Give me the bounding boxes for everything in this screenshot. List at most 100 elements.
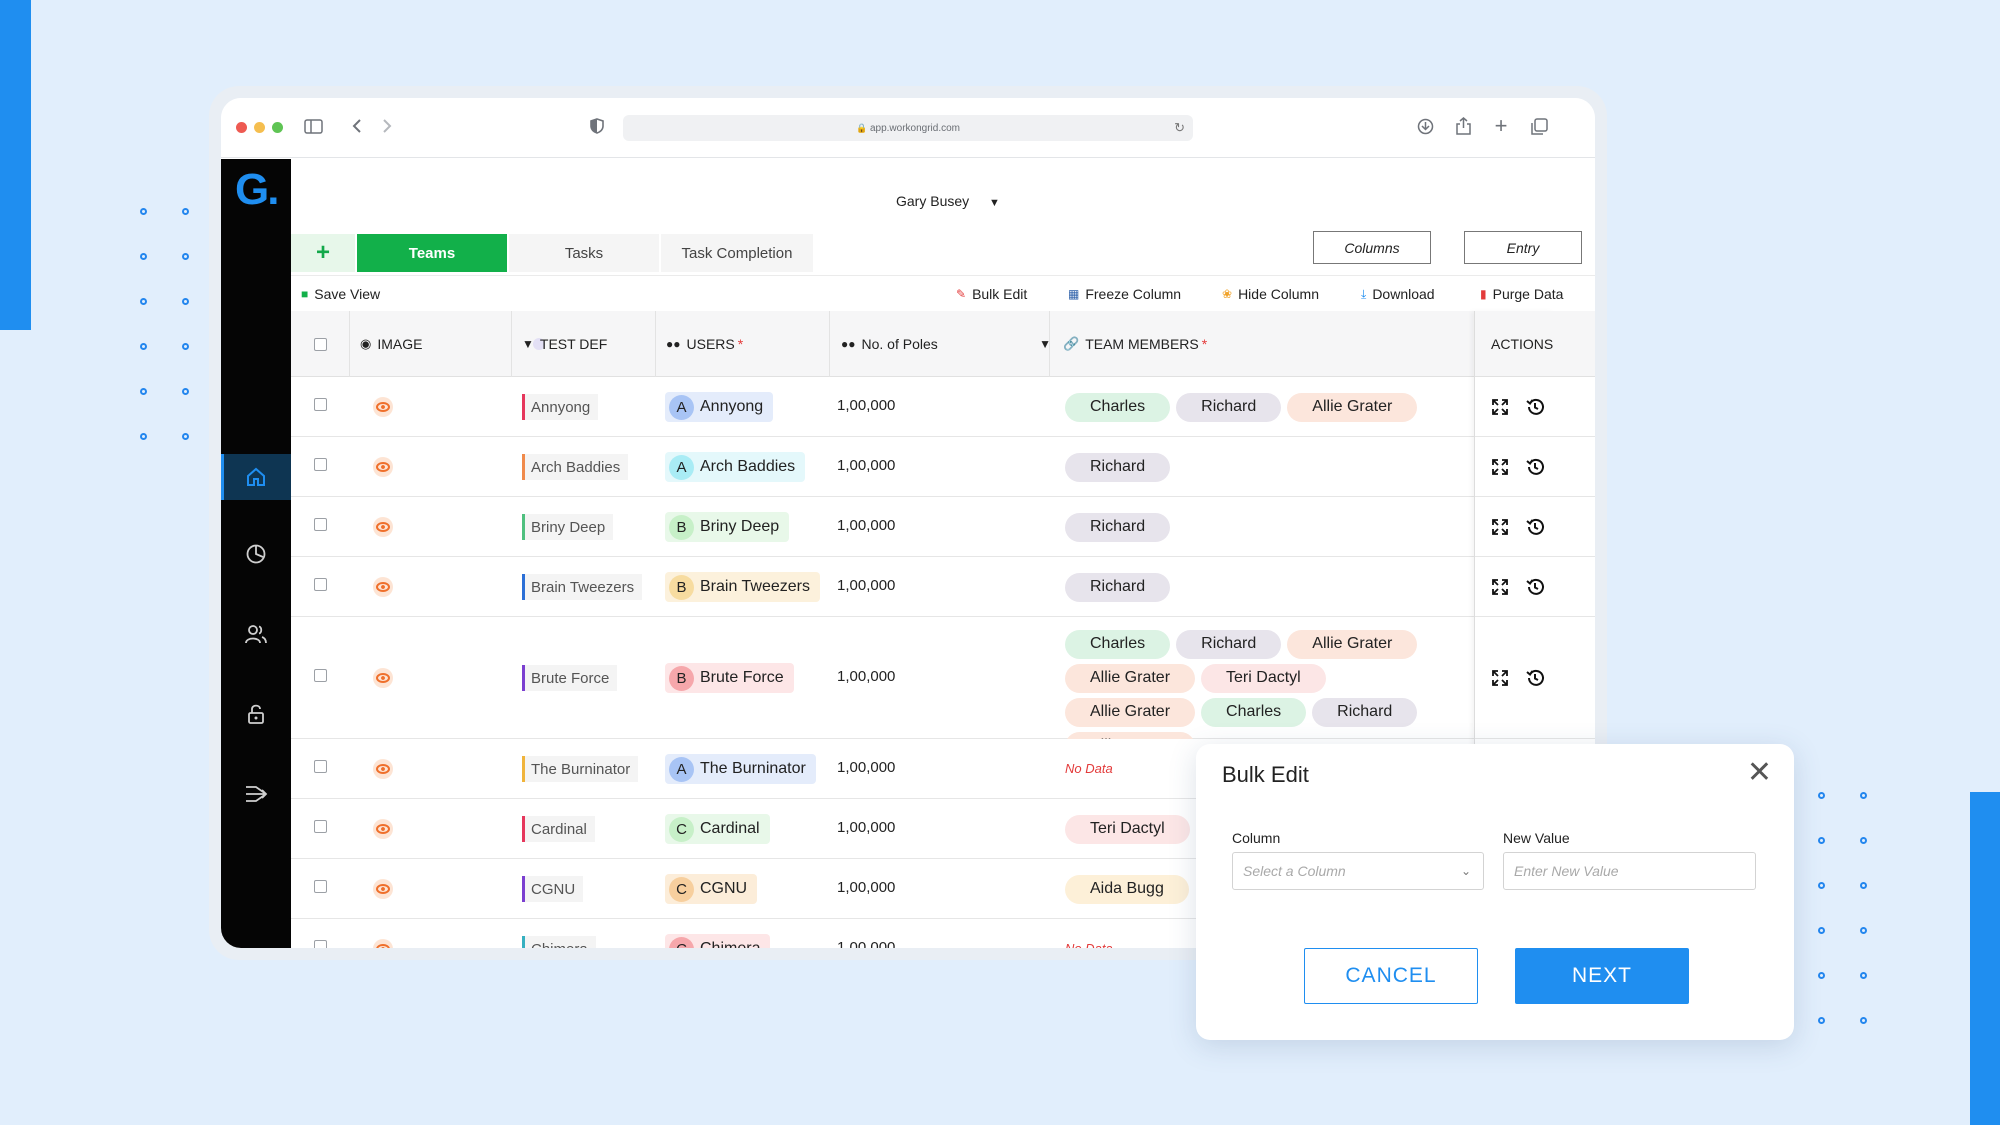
eye-icon[interactable]: [373, 577, 393, 597]
new-tab-icon[interactable]: +: [1489, 113, 1513, 138]
freeze-icon: ▦: [1068, 287, 1080, 301]
shield-icon[interactable]: [585, 114, 609, 138]
eye-icon[interactable]: [373, 939, 393, 948]
test-def-cell[interactable]: Brute Force: [522, 665, 618, 691]
test-def-cell[interactable]: Chimera: [522, 936, 596, 948]
team-members-cell[interactable]: Charles Richard Allie Grater: [1065, 392, 1425, 422]
users-cell[interactable]: C Chimera: [665, 934, 771, 948]
entry-button[interactable]: Entry: [1464, 231, 1582, 264]
select-all-checkbox[interactable]: [314, 337, 327, 351]
users-cell[interactable]: A Annyong: [665, 392, 774, 422]
row-checkbox[interactable]: [314, 518, 327, 531]
tab-tasks[interactable]: Tasks: [509, 234, 659, 272]
table-row[interactable]: Brain Tweezers B Brain Tweezers 1,00,000 Ric…: [291, 557, 1595, 617]
team-members-cell[interactable]: Richard: [1065, 512, 1425, 542]
forward-icon[interactable]: [375, 114, 399, 138]
back-icon[interactable]: [345, 114, 369, 138]
sidebar-item-access[interactable]: [221, 691, 291, 737]
minimize-window-dot[interactable]: [254, 122, 265, 133]
sidebar-item-workflows[interactable]: [221, 771, 291, 817]
download-button[interactable]: ⤓ Download: [1361, 286, 1435, 302]
test-def-cell[interactable]: Annyong: [522, 394, 599, 420]
url-bar[interactable]: 🔒 app.workongrid.com ↻: [623, 115, 1193, 141]
row-checkbox[interactable]: [314, 578, 327, 591]
table-row[interactable]: Brute Force B Brute Force 1,00,000 Charles Ri…: [291, 617, 1595, 761]
row-checkbox[interactable]: [314, 940, 327, 948]
users-cell[interactable]: B Briny Deep: [665, 512, 790, 542]
column-header-team-members[interactable]: 🔗 TEAM MEMBERS *: [1063, 311, 1207, 377]
team-members-cell[interactable]: Richard: [1065, 452, 1425, 482]
tab-task-completion[interactable]: Task Completion: [661, 234, 813, 272]
poles-value[interactable]: 1,00,000: [837, 819, 895, 836]
team-members-cell[interactable]: Richard: [1065, 572, 1425, 602]
table-row[interactable]: Briny Deep B Briny Deep 1,00,000 Richard: [291, 497, 1595, 557]
bulk-edit-button[interactable]: ✎ Bulk Edit: [956, 286, 1027, 302]
column-header-users[interactable]: ●● USERS *: [666, 311, 743, 377]
purge-data-button[interactable]: ▮ Purge Data: [1480, 286, 1563, 302]
poles-value[interactable]: 1,00,000: [837, 457, 895, 474]
sidebar-toggle-icon[interactable]: [301, 114, 325, 138]
test-def-cell[interactable]: The Burninator: [522, 756, 639, 782]
sidebar-item-reports[interactable]: [221, 531, 291, 577]
poles-value[interactable]: 1,00,000: [837, 939, 895, 948]
users-cell[interactable]: B Brain Tweezers: [665, 572, 820, 602]
eye-icon[interactable]: [373, 457, 393, 477]
reload-icon[interactable]: ↻: [1174, 115, 1185, 141]
row-checkbox[interactable]: [314, 880, 327, 893]
test-def-cell[interactable]: Brain Tweezers: [522, 574, 643, 600]
row-checkbox[interactable]: [314, 458, 327, 471]
row-checkbox[interactable]: [314, 820, 327, 833]
test-def-cell[interactable]: Arch Baddies: [522, 454, 629, 480]
freeze-column-button[interactable]: ▦ Freeze Column: [1068, 286, 1181, 302]
eye-icon[interactable]: [373, 879, 393, 899]
users-cell[interactable]: C Cardinal: [665, 814, 770, 844]
test-def-cell[interactable]: CGNU: [522, 876, 584, 902]
column-header-test-def-label: TEST DEF: [539, 336, 608, 352]
new-value-input[interactable]: Enter New Value: [1503, 852, 1756, 890]
download-icon[interactable]: [1413, 114, 1437, 138]
save-view-button[interactable]: ■ Save View: [301, 286, 380, 302]
tab-teams[interactable]: Teams: [357, 234, 507, 272]
sidebar-item-home[interactable]: [221, 454, 291, 500]
eye-icon[interactable]: [373, 819, 393, 839]
eye-icon[interactable]: [373, 397, 393, 417]
test-def-cell[interactable]: Briny Deep: [522, 514, 614, 540]
poles-value[interactable]: 1,00,000: [837, 668, 895, 685]
share-icon[interactable]: [1451, 114, 1475, 138]
tabs-icon[interactable]: [1527, 114, 1551, 138]
user-selector[interactable]: Gary Busey ▼: [896, 193, 1000, 209]
column-header-test-def[interactable]: ▼ TEST DEF: [522, 311, 607, 377]
eye-icon[interactable]: [373, 517, 393, 537]
row-checkbox[interactable]: [314, 398, 327, 411]
row-checkbox[interactable]: [314, 669, 327, 682]
users-cell[interactable]: A Arch Baddies: [665, 452, 806, 482]
eye-icon[interactable]: [373, 759, 393, 779]
users-cell[interactable]: C CGNU: [665, 874, 758, 904]
row-checkbox[interactable]: [314, 760, 327, 773]
add-tab-button[interactable]: +: [291, 234, 355, 272]
hide-column-button[interactable]: ❀ Hide Column: [1222, 286, 1319, 302]
poles-value[interactable]: 1,00,000: [837, 577, 895, 594]
poles-value[interactable]: 1,00,000: [837, 759, 895, 776]
sidebar-item-users[interactable]: [221, 611, 291, 657]
eye-icon[interactable]: [373, 668, 393, 688]
poles-value[interactable]: 1,00,000: [837, 397, 895, 414]
close-window-dot[interactable]: [236, 122, 247, 133]
column-header-image[interactable]: ◉ IMAGE: [360, 311, 546, 377]
users-cell[interactable]: B Brute Force: [665, 663, 794, 693]
users-cell[interactable]: A The Burninator: [665, 754, 816, 784]
column-header-poles[interactable]: ●● No. of Poles ▼: [841, 311, 1051, 377]
zoom-window-dot[interactable]: [272, 122, 283, 133]
poles-value[interactable]: 1,00,000: [837, 517, 895, 534]
column-select[interactable]: Select a Column ⌄: [1232, 852, 1484, 890]
close-icon[interactable]: ✕: [1747, 758, 1772, 788]
test-def-cell[interactable]: Cardinal: [522, 816, 595, 842]
columns-button[interactable]: Columns: [1313, 231, 1431, 264]
row-select-cell: [314, 669, 327, 682]
cancel-button[interactable]: CANCEL: [1304, 948, 1478, 1004]
table-row[interactable]: Arch Baddies A Arch Baddies 1,00,000 Richard: [291, 437, 1595, 497]
table-row[interactable]: Annyong A Annyong 1,00,000 Charles Richard All…: [291, 377, 1595, 437]
poles-value[interactable]: 1,00,000: [837, 879, 895, 896]
next-button[interactable]: NEXT: [1515, 948, 1689, 1004]
app-logo[interactable]: G.: [235, 165, 280, 215]
